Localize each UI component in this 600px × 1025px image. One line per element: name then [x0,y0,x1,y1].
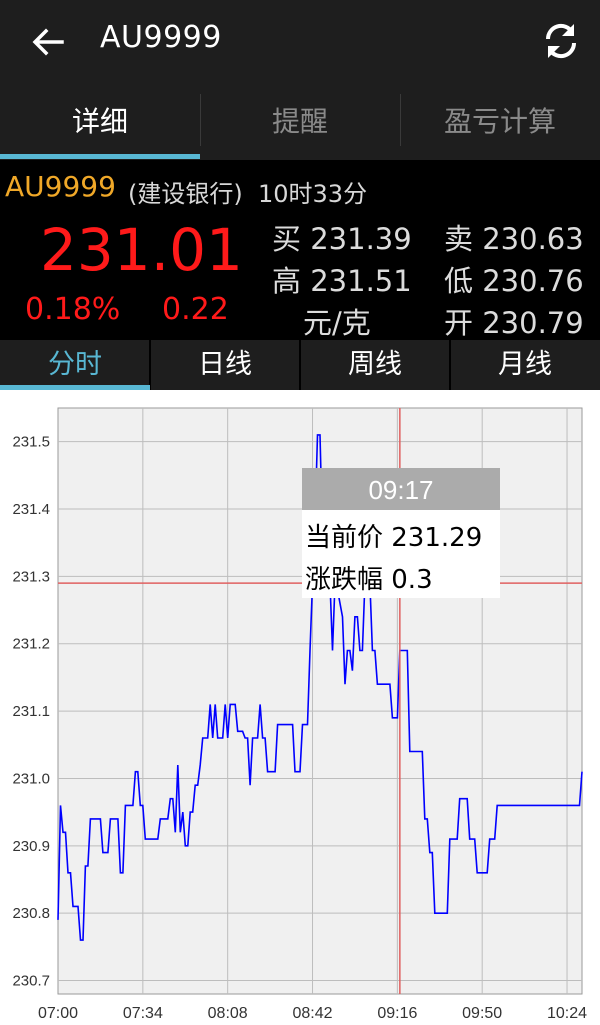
open-price: 开 230.79 [444,306,584,340]
tab-divider [200,94,201,146]
quote-time: 10时33分 [258,180,368,208]
tab-intraday[interactable]: 分时 [0,340,150,390]
quote-bank: (建设银行) [128,180,243,208]
subtab-divider [149,340,151,390]
intraday-chart[interactable]: 07:00 07:34 08:08 08:42 09:16 09:50 10:24 230.7… [0,392,600,1025]
tooltip-change: 涨跌幅 0.3 [305,565,433,595]
tooltip-time: 09:17 [368,475,433,505]
x-tick-label: 07:34 [123,1005,163,1022]
x-tick-label: 09:16 [377,1005,417,1022]
sell-price: 卖 230.63 [444,222,584,256]
top-tabs: 详细 提醒 盈亏计算 [0,84,600,160]
high-price: 高 231.51 [272,264,412,298]
x-tick-label: 07:00 [38,1005,78,1022]
tab-divider [400,94,401,146]
change-percent: 0.18% [25,292,121,327]
y-tick-label: 231.5 [12,434,50,451]
subtab-indicator [0,385,150,390]
tab-indicator [0,154,200,159]
tab-profit-calc[interactable]: 盈亏计算 [400,84,600,160]
y-tick-label: 230.9 [12,838,50,855]
y-tick-label: 231.1 [12,703,50,720]
y-tick-label: 231.0 [12,770,50,787]
tab-detail[interactable]: 详细 [0,84,200,160]
tooltip-price: 当前价 231.29 [305,523,482,553]
x-tick-label: 08:08 [208,1005,248,1022]
x-tick-label: 09:50 [462,1005,502,1022]
y-tick-label: 230.7 [12,973,50,990]
tab-monthly[interactable]: 月线 [450,340,600,390]
quote-symbol: AU9999 [5,170,116,203]
subtab-divider [299,340,301,390]
x-tick-label: 08:42 [292,1005,332,1022]
y-tick-label: 230.8 [12,905,50,922]
buy-price: 买 231.39 [272,222,412,256]
quote-panel: AU9999 (建设银行) 10时33分 231.01 0.18% 0.22 买… [0,160,600,340]
y-tick-label: 231.3 [12,568,50,585]
tab-daily[interactable]: 日线 [150,340,300,390]
y-tick-label: 231.4 [12,501,50,518]
tab-weekly[interactable]: 周线 [300,340,450,390]
current-price: 231.01 [40,216,243,284]
app-bar: AU9999 [0,0,600,84]
change-value: 0.22 [162,292,229,327]
price-unit: 元/克 [303,306,371,340]
x-tick-label: 10:24 [547,1005,587,1022]
tab-alert[interactable]: 提醒 [200,84,400,160]
low-price: 低 230.76 [444,264,584,298]
y-tick-label: 231.2 [12,636,50,653]
page-title: AU9999 [100,20,222,55]
arrow-left-icon[interactable] [28,22,68,62]
refresh-icon[interactable] [540,20,582,62]
subtab-divider [449,340,451,390]
